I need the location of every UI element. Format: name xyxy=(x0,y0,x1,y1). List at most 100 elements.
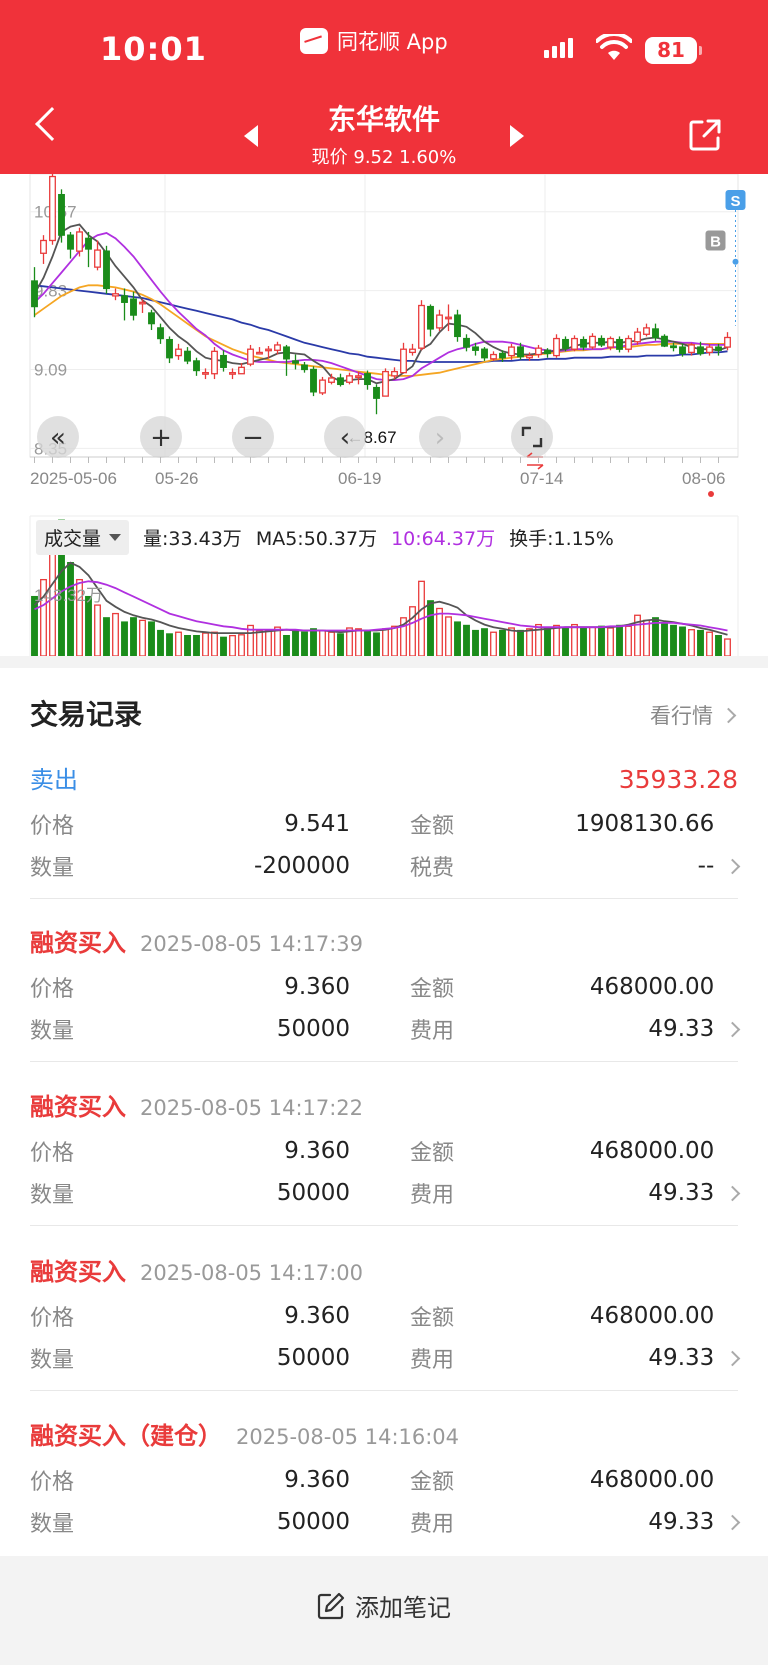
fee-detail-button[interactable] xyxy=(714,1185,741,1201)
record-divider xyxy=(30,898,738,899)
fullscreen-button[interactable] xyxy=(511,416,553,458)
chevron-left-icon-button[interactable]: ‹ xyxy=(324,416,366,458)
qty-value: 50000 xyxy=(276,1016,351,1042)
price-value: 9.360 xyxy=(284,1303,351,1329)
candle-body xyxy=(715,346,722,351)
app-indicator: 同花顺 App xyxy=(300,26,448,56)
fee-detail-button[interactable] xyxy=(714,1350,741,1366)
volume-bar xyxy=(580,627,587,656)
double-chevron-left-icon-button[interactable]: « xyxy=(37,416,79,458)
fee-label: 费用 xyxy=(410,1512,455,1537)
candle-body xyxy=(661,335,668,347)
fee-detail-button[interactable] xyxy=(714,1514,741,1530)
fee-detail-button[interactable] xyxy=(714,858,741,874)
chevron-right-icon: › xyxy=(435,423,445,453)
record-header: 融资买入 2025-08-05 14:17:22 xyxy=(30,1087,738,1122)
record-row: 数量 50000 费用 49.33 xyxy=(30,1337,741,1379)
zoom-out-icon-button[interactable]: − xyxy=(232,416,274,458)
view-quotes-link[interactable]: 看行情 xyxy=(650,700,737,730)
record-divider xyxy=(30,1390,738,1391)
volume-bar xyxy=(688,629,695,656)
candle-body xyxy=(364,373,371,386)
volume-bar xyxy=(256,629,263,656)
candle-body xyxy=(724,336,731,348)
price-value: 9.360 xyxy=(284,1467,351,1493)
share-icon[interactable] xyxy=(688,118,722,152)
trade-record[interactable]: 融资买入 2025-08-05 14:17:22 价格 9.360 金额 468000.0… xyxy=(30,1087,741,1214)
total-label: 金额 xyxy=(410,1306,455,1331)
trade-record[interactable]: 融资买入 2025-08-05 14:17:00 价格 9.360 金额 468000.0… xyxy=(30,1252,741,1379)
price-label: 价格 xyxy=(30,1470,75,1495)
candle-body xyxy=(526,354,533,359)
volume-bar xyxy=(112,612,119,656)
add-note-button[interactable]: 添加笔记 xyxy=(0,1588,768,1623)
record-type: 卖出 xyxy=(30,766,78,794)
trade-record[interactable]: 融资买入 2025-08-05 14:17:39 价格 9.360 金额 468000.0… xyxy=(30,923,741,1050)
volume-ma10: 10:64.37万 xyxy=(391,528,496,550)
trade-record[interactable]: 卖出 35933.28 价格 9.541 金额 1908130.66 数量 -200000 税费… xyxy=(30,760,741,887)
chevron-right-icon xyxy=(724,1185,741,1201)
qty-label: 数量 xyxy=(30,1183,75,1208)
volume-bar xyxy=(553,624,560,656)
candle-body xyxy=(346,375,353,383)
zoom-in-icon-button[interactable]: + xyxy=(140,416,182,458)
candle-body xyxy=(148,312,155,325)
candles xyxy=(31,174,731,415)
qty-value: 50000 xyxy=(276,1509,351,1535)
kline-chart[interactable]: 10.579.839.098.35 ←8.67BS «+−‹› 2025-05-… xyxy=(0,174,768,656)
chevron-right-icon xyxy=(724,858,741,874)
x-tick-label: 2025-05-06 xyxy=(30,469,117,488)
kline-chart-area[interactable]: 10.579.839.098.35 ←8.67BS «+−‹› 2025-05-… xyxy=(0,174,768,656)
candle-body xyxy=(670,345,677,349)
record-type: 融资买入（建仓） xyxy=(30,1422,222,1450)
volume-bar xyxy=(157,629,164,656)
volume-bar xyxy=(238,634,245,656)
volume-bar xyxy=(679,626,686,656)
x-tick-label: 05-26 xyxy=(155,469,198,488)
candle-body xyxy=(706,346,713,354)
record-divider xyxy=(30,1225,738,1226)
candle-body xyxy=(508,346,515,357)
candle-body xyxy=(256,351,263,355)
record-time: 2025-08-05 14:17:22 xyxy=(140,1096,364,1120)
fee-label: 费用 xyxy=(410,1183,455,1208)
volume-bar xyxy=(202,632,209,656)
ma5-line xyxy=(33,223,728,385)
volume-bar xyxy=(193,634,200,656)
total-label: 金额 xyxy=(410,814,455,839)
buy-marker-label: B xyxy=(710,233,721,250)
candle-body xyxy=(337,377,344,386)
next-stock-icon[interactable] xyxy=(510,125,524,147)
total-value: 468000.00 xyxy=(589,1303,715,1329)
candle-body xyxy=(535,347,542,356)
fee-detail-button[interactable] xyxy=(714,1021,741,1037)
candle-body xyxy=(76,231,83,252)
total-label: 金额 xyxy=(410,977,455,1002)
candle-body xyxy=(598,337,605,346)
volume-bar xyxy=(436,607,443,656)
volume-bar xyxy=(481,628,488,656)
candle-body xyxy=(112,293,119,297)
fee-value: 49.33 xyxy=(648,1180,715,1206)
record-type: 融资买入 xyxy=(30,1258,126,1286)
trade-record[interactable]: 融资买入（建仓） 2025-08-05 14:16:04 价格 9.360 金额 4680… xyxy=(30,1416,741,1543)
volume-bar xyxy=(517,629,524,656)
volume-bar xyxy=(463,624,470,656)
ma20-line xyxy=(33,284,728,377)
indicator-selector[interactable]: 成交量 xyxy=(36,520,130,555)
record-type: 融资买入 xyxy=(30,1093,126,1121)
volume-bar xyxy=(85,595,92,656)
volume-bar xyxy=(103,617,110,656)
candle-body xyxy=(445,316,452,320)
volume-bar xyxy=(355,628,362,656)
volume-bar xyxy=(166,633,173,656)
candle-body xyxy=(652,328,659,339)
record-row: 价格 9.360 金额 468000.00 xyxy=(30,1130,738,1172)
candle-body xyxy=(391,370,398,377)
volume-bar xyxy=(121,621,128,656)
volume-bar xyxy=(670,624,677,656)
chevron-right-icon-button[interactable]: › xyxy=(419,416,461,458)
candle-body xyxy=(688,344,695,354)
candle-body xyxy=(85,237,92,250)
candle-body xyxy=(319,379,326,394)
